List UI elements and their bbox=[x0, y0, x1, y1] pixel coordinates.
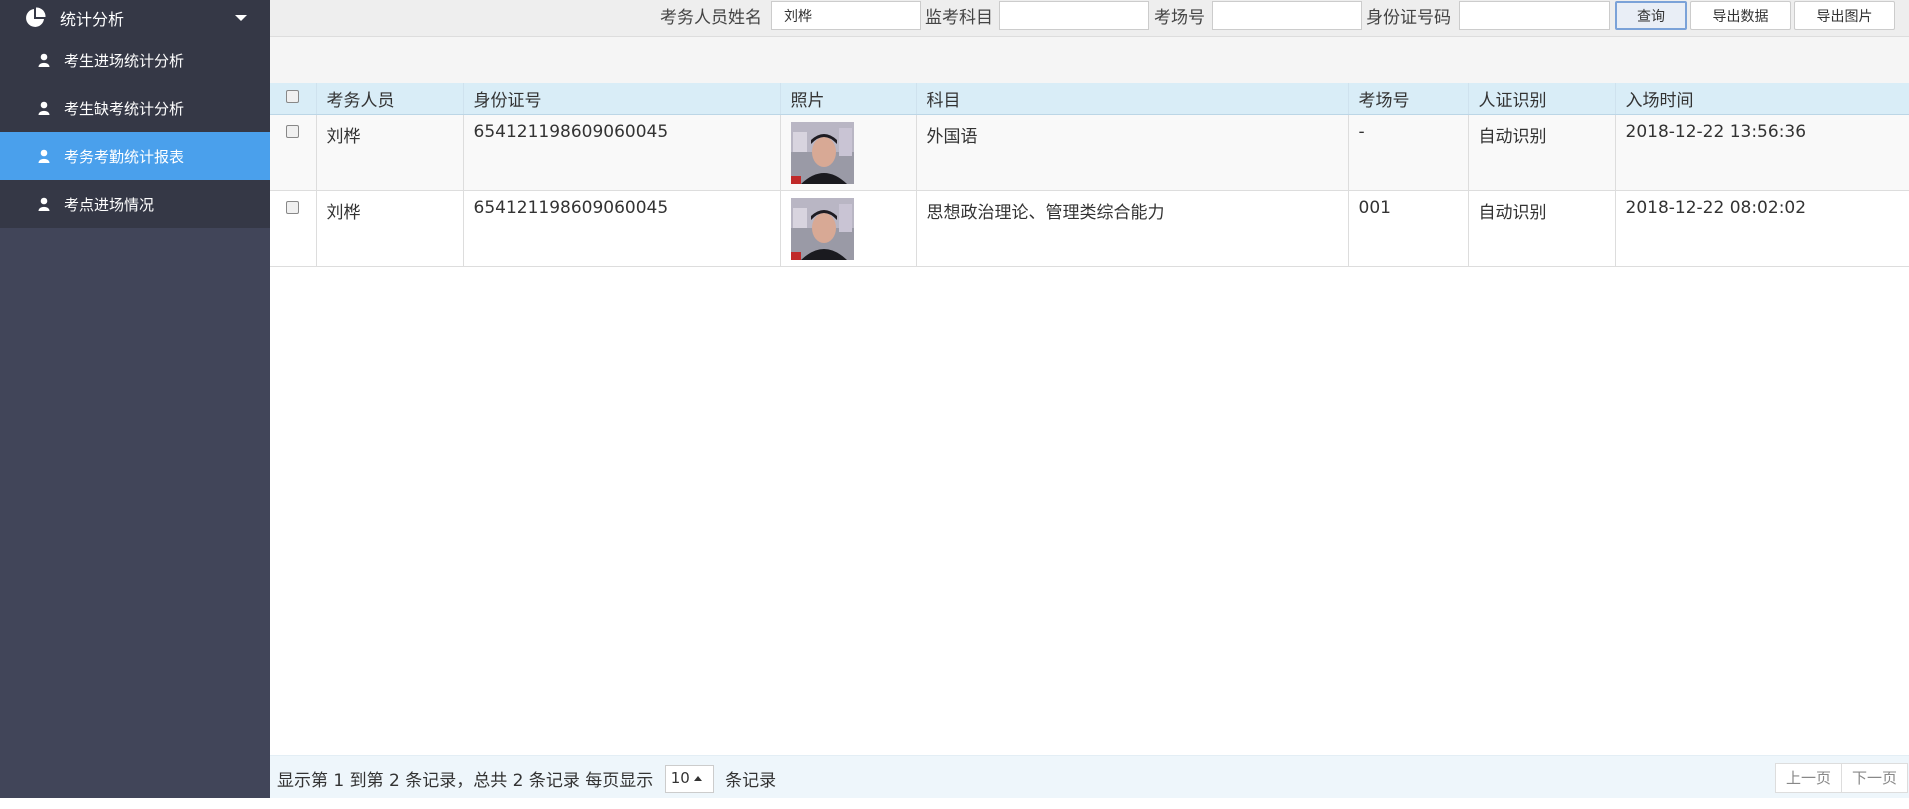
column-header-subject[interactable]: 科目 bbox=[915, 83, 1348, 115]
idcard-input[interactable] bbox=[1459, 1, 1610, 30]
cell-verification: 自动识别 bbox=[1467, 190, 1615, 267]
select-all-checkbox[interactable] bbox=[286, 90, 300, 104]
record-summary: 显示第 1 到第 2 条记录，总共 2 条记录 每页显示 bbox=[277, 771, 654, 791]
cell-staff-name: 刘桦 bbox=[315, 114, 463, 191]
record-suffix: 条记录 bbox=[725, 771, 777, 791]
table-row[interactable]: 刘桦 654121198609060045 bbox=[270, 190, 1909, 267]
staff-name-input[interactable] bbox=[771, 1, 921, 30]
export-image-button[interactable]: 导出图片 bbox=[1794, 1, 1895, 30]
cell-subject: 外国语 bbox=[915, 114, 1348, 191]
sidebar-menu: 考生进场统计分析 考生缺考统计分析 考务考勤统计报表 考点进场情况 bbox=[0, 36, 270, 228]
room-label: 考场号 bbox=[1154, 8, 1205, 28]
cell-entry-time: 2018-12-22 08:02:02 bbox=[1614, 190, 1909, 267]
caret-up-icon bbox=[693, 776, 702, 781]
column-header-verification[interactable]: 人证识别 bbox=[1467, 83, 1615, 115]
cell-photo bbox=[779, 190, 916, 267]
row-checkbox[interactable] bbox=[286, 200, 300, 214]
staff-name-label: 考务人员姓名 bbox=[660, 8, 762, 28]
subject-label: 监考科目 bbox=[925, 8, 993, 28]
cell-room: - bbox=[1347, 114, 1468, 191]
page-size-value: 10 bbox=[670, 769, 690, 787]
cell-subject: 思想政治理论、管理类综合能力 bbox=[915, 190, 1348, 267]
column-header-entry-time[interactable]: 入场时间 bbox=[1614, 83, 1909, 115]
user-icon bbox=[38, 53, 50, 67]
column-header-id-number[interactable]: 身份证号 bbox=[462, 83, 780, 115]
app-window: 统计分析 考生进场统计分析 考生缺考统计分析 考务考勤统计报表 考点进场情况 考… bbox=[0, 0, 1909, 809]
search-bar: 考务人员姓名 监考科目 考场号 身份证号码 查询 导出数据 导出图片 bbox=[270, 0, 1909, 37]
pie-chart-icon bbox=[26, 7, 46, 27]
query-button[interactable]: 查询 bbox=[1615, 1, 1687, 30]
cell-verification: 自动识别 bbox=[1467, 114, 1615, 191]
cell-id-number: 654121198609060045 bbox=[462, 190, 780, 267]
staff-photo[interactable] bbox=[790, 197, 854, 260]
attendance-table: 考务人员 身份证号 照片 科目 考场号 人证识别 入场时间 刘桦 6541211… bbox=[270, 83, 1909, 267]
user-icon bbox=[38, 101, 50, 115]
table-header-row: 考务人员 身份证号 照片 科目 考场号 人证识别 入场时间 bbox=[270, 83, 1909, 115]
sidebar-item-label: 考点进场情况 bbox=[64, 195, 155, 214]
sidebar-item-entry-stats[interactable]: 考生进场统计分析 bbox=[0, 36, 270, 84]
cell-id-number: 654121198609060045 bbox=[462, 114, 780, 191]
sidebar: 统计分析 考生进场统计分析 考生缺考统计分析 考务考勤统计报表 考点进场情况 bbox=[0, 0, 270, 798]
page-size-select[interactable]: 10 bbox=[664, 765, 714, 793]
sidebar-item-label: 考生进场统计分析 bbox=[64, 51, 185, 70]
sidebar-header-statistics[interactable]: 统计分析 bbox=[0, 0, 270, 36]
subject-input[interactable] bbox=[999, 1, 1149, 30]
pagination-info: 显示第 1 到第 2 条记录，总共 2 条记录 每页显示 10 条记录 bbox=[277, 765, 777, 795]
table-row[interactable]: 刘桦 654121198609060045 bbox=[270, 114, 1909, 191]
column-header-staff[interactable]: 考务人员 bbox=[315, 83, 463, 115]
export-data-button[interactable]: 导出数据 bbox=[1690, 1, 1791, 30]
column-header-room[interactable]: 考场号 bbox=[1347, 83, 1468, 115]
row-checkbox[interactable] bbox=[286, 124, 300, 138]
pagination-bar: 显示第 1 到第 2 条记录，总共 2 条记录 每页显示 10 条记录 上一页 … bbox=[270, 755, 1909, 798]
sidebar-item-label: 考生缺考统计分析 bbox=[64, 99, 185, 118]
row-select-cell bbox=[270, 114, 316, 191]
user-icon bbox=[38, 197, 50, 211]
bottom-strip bbox=[0, 798, 1909, 809]
idcard-label: 身份证号码 bbox=[1366, 8, 1451, 28]
select-all-cell bbox=[270, 83, 316, 115]
toolbar-spacer bbox=[270, 37, 1909, 83]
staff-photo[interactable] bbox=[790, 121, 854, 184]
cell-photo bbox=[779, 114, 916, 191]
cell-staff-name: 刘桦 bbox=[315, 190, 463, 267]
cell-entry-time: 2018-12-22 13:56:36 bbox=[1614, 114, 1909, 191]
prev-page-button[interactable]: 上一页 bbox=[1775, 763, 1842, 793]
next-page-button[interactable]: 下一页 bbox=[1841, 763, 1908, 793]
sidebar-header-label: 统计分析 bbox=[60, 10, 125, 29]
user-icon bbox=[38, 149, 50, 163]
room-input[interactable] bbox=[1212, 1, 1362, 30]
sidebar-item-staff-attendance-report[interactable]: 考务考勤统计报表 bbox=[0, 132, 270, 180]
row-select-cell bbox=[270, 190, 316, 267]
sidebar-item-absence-stats[interactable]: 考生缺考统计分析 bbox=[0, 84, 270, 132]
cell-room: 001 bbox=[1347, 190, 1468, 267]
column-header-photo[interactable]: 照片 bbox=[779, 83, 916, 115]
sidebar-item-label: 考务考勤统计报表 bbox=[64, 147, 185, 166]
sidebar-item-site-entry[interactable]: 考点进场情况 bbox=[0, 180, 270, 228]
caret-down-icon[interactable] bbox=[235, 15, 247, 21]
